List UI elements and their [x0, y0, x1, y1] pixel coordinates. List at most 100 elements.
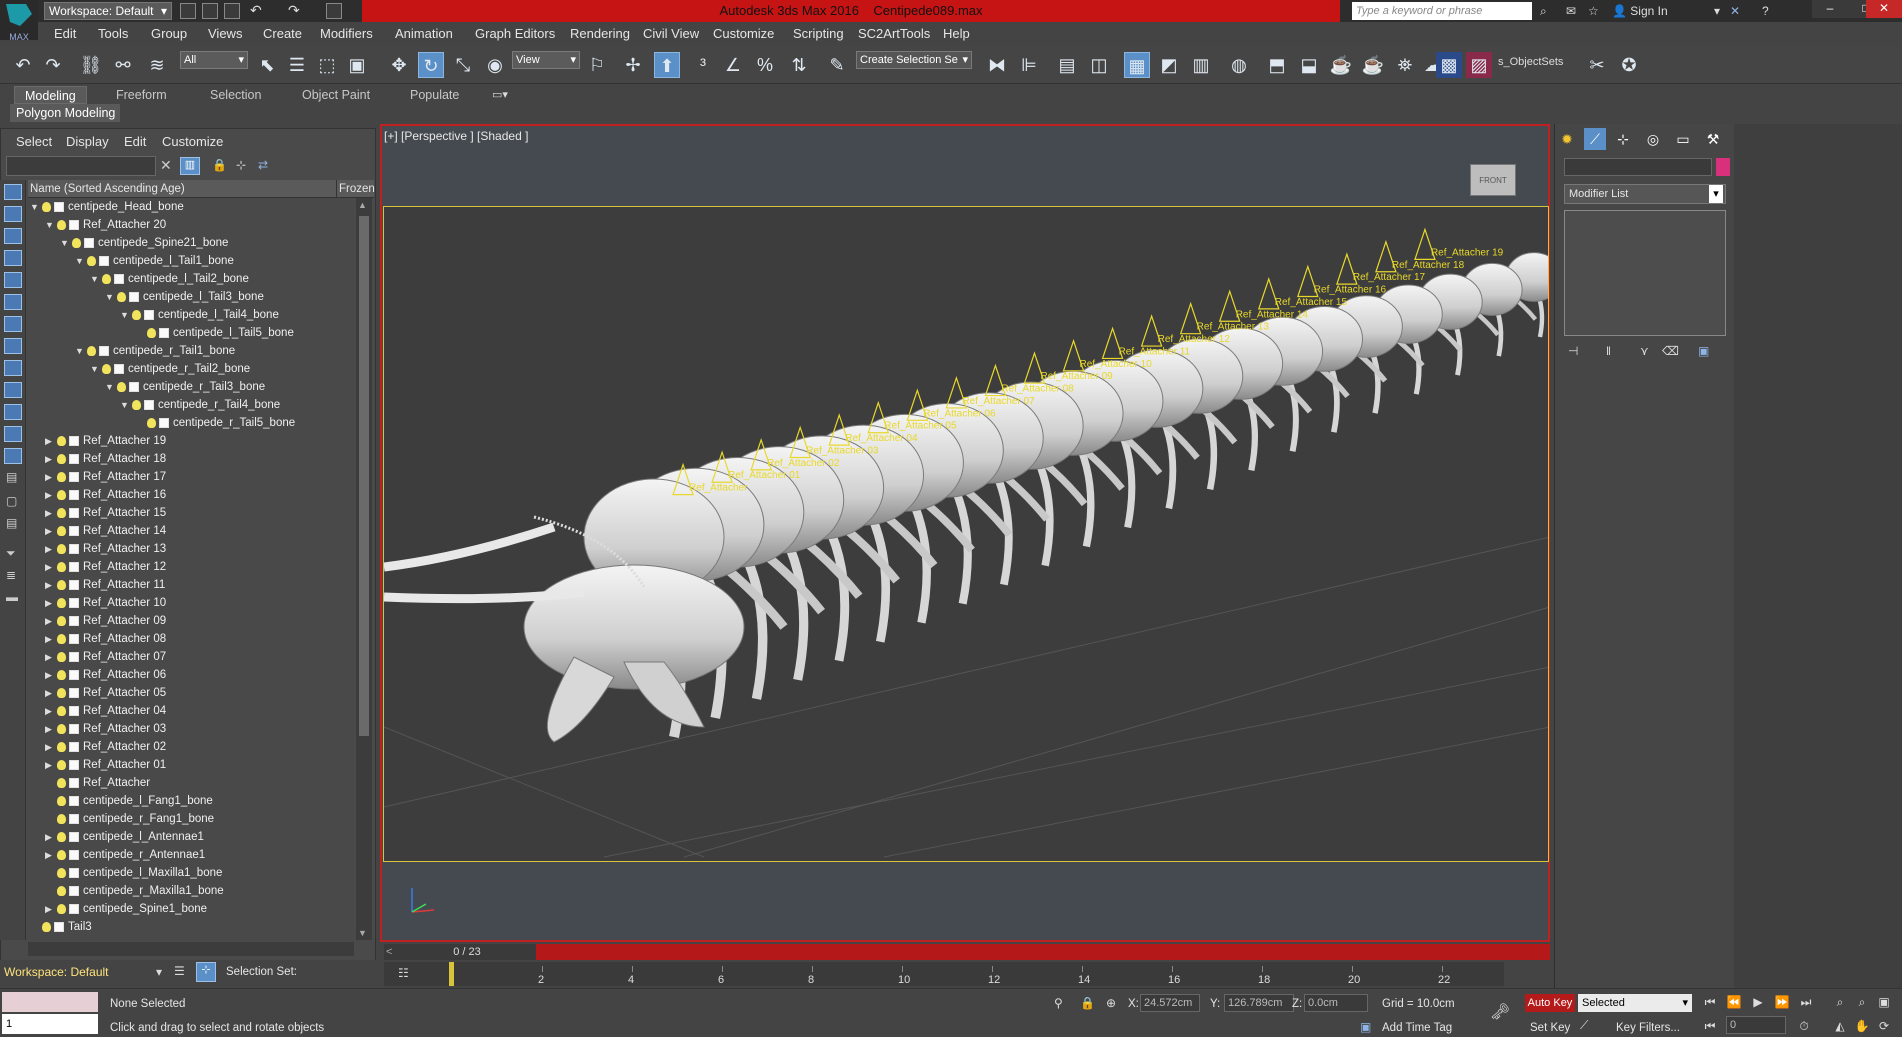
object-sets-icon[interactable]: ▩	[1436, 52, 1462, 78]
collapse-arrow-icon[interactable]: ▶	[45, 432, 55, 450]
selection-lock-icon[interactable]: 🔒	[1080, 996, 1095, 1010]
workspace-dropdown[interactable]: Workspace: Default ▾	[44, 2, 172, 20]
tree-row[interactable]: ▶ Ref_Attacher 09	[28, 612, 354, 630]
display-containers-icon[interactable]	[4, 382, 22, 398]
column-name-header[interactable]: Name (Sorted Ascending Age)	[30, 180, 185, 198]
time-tag-icon[interactable]: ▣	[1360, 1020, 1371, 1034]
tree-row[interactable]: ▼ Ref_Attacher 20	[28, 216, 354, 234]
display-spacewarps-icon[interactable]	[4, 294, 22, 310]
display-groups-icon[interactable]	[4, 316, 22, 332]
tree-row[interactable]: ▶ Ref_Attacher 19	[28, 432, 354, 450]
close-icon[interactable]: ✕	[1866, 0, 1902, 18]
link-icon[interactable]: ⛓	[78, 52, 104, 78]
lightbulb-icon[interactable]	[57, 706, 66, 716]
display-hidden-icon[interactable]	[4, 426, 22, 442]
tree-row[interactable]: centipede_l_Fang1_bone	[28, 792, 354, 810]
prev-key-icon[interactable]: ⏪	[1724, 992, 1744, 1012]
lightbulb-icon[interactable]	[57, 778, 66, 788]
chevron-down-icon[interactable]: ▾	[1714, 2, 1720, 20]
open-file-icon[interactable]	[202, 3, 218, 19]
lightbulb-icon[interactable]	[57, 472, 66, 482]
undo-icon[interactable]: ↶	[10, 52, 36, 78]
material-editor-icon[interactable]: ◍	[1226, 52, 1252, 78]
lightbulb-icon[interactable]	[147, 418, 156, 428]
menu-views[interactable]: Views	[208, 26, 242, 42]
binoculars-icon[interactable]: ⌕	[1540, 2, 1547, 20]
object-color-swatch[interactable]	[1716, 158, 1730, 176]
auto-key-button[interactable]: Auto Key	[1525, 994, 1575, 1012]
filter-funnel-icon[interactable]: ⏷	[6, 546, 16, 561]
menu-animation[interactable]: Animation	[395, 26, 453, 42]
select-object-icon[interactable]: ⬉	[254, 52, 280, 78]
tab-selection[interactable]: Selection	[200, 86, 271, 104]
move-icon[interactable]: ✥	[386, 52, 412, 78]
collapse-arrow-icon[interactable]: ▶	[45, 684, 55, 702]
unlink-icon[interactable]: ⚯	[110, 52, 136, 78]
lock-icon[interactable]: 🔒	[212, 158, 227, 172]
tree-row[interactable]: ▼ centipede_l_Tail3_bone	[28, 288, 354, 306]
play-icon[interactable]: ▶	[1748, 992, 1768, 1012]
menu-customize[interactable]: Customize	[713, 26, 774, 42]
tree-row[interactable]: ▶ Ref_Attacher 13	[28, 540, 354, 558]
redo-icon[interactable]: ↷	[40, 52, 66, 78]
max-logo-icon[interactable]: MAX	[0, 0, 38, 42]
tab-object-paint[interactable]: Object Paint	[292, 86, 380, 104]
motion-tab-icon[interactable]: ◎	[1642, 128, 1664, 150]
tree-row[interactable]: ▶ Ref_Attacher 02	[28, 738, 354, 756]
collapse-arrow-icon[interactable]: ▶	[45, 504, 55, 522]
explorer-h-scrollbar[interactable]	[28, 942, 354, 956]
add-time-tag-button[interactable]: Add Time Tag	[1382, 1022, 1452, 1034]
tree-row[interactable]: ▼ centipede_r_Tail2_bone	[28, 360, 354, 378]
tree-row[interactable]: ▶ Ref_Attacher 04	[28, 702, 354, 720]
filter-icon[interactable]: ▥	[180, 157, 200, 175]
rendered-frame-window-icon[interactable]: ⬓	[1296, 52, 1322, 78]
tree-row[interactable]: ▶ Ref_Attacher 05	[28, 684, 354, 702]
curve-editor-icon[interactable]: ◩	[1156, 52, 1182, 78]
expand-arrow-icon[interactable]: ▼	[120, 396, 130, 414]
tree-row[interactable]: ▼ centipede_l_Tail1_bone	[28, 252, 354, 270]
scroll-up-icon[interactable]: ▲	[358, 200, 367, 210]
next-key-icon[interactable]: ⏩	[1772, 992, 1792, 1012]
collapse-arrow-icon[interactable]: ▶	[45, 468, 55, 486]
collapse-arrow-icon[interactable]: ▶	[45, 738, 55, 756]
lightbulb-icon[interactable]	[57, 562, 66, 572]
set-key-icon[interactable]: 🗝	[1490, 1002, 1510, 1022]
tree-row[interactable]: ▼ centipede_r_Tail1_bone	[28, 342, 354, 360]
configure-modifier-sets-icon[interactable]: ▣	[1698, 344, 1709, 358]
current-frame-field[interactable]: 0	[1726, 1016, 1786, 1034]
lightbulb-icon[interactable]	[102, 364, 111, 374]
display-bones-icon[interactable]	[4, 360, 22, 376]
clear-search-icon[interactable]: ✕	[160, 157, 172, 174]
minimize-button[interactable]: –	[1812, 0, 1848, 18]
maxscript-listener-input[interactable]: 1	[2, 1014, 98, 1034]
tree-row[interactable]: ▶ Ref_Attacher 14	[28, 522, 354, 540]
invert-display-icon[interactable]: ▢	[6, 494, 17, 508]
layer-stack-icon[interactable]: ☰	[174, 964, 185, 978]
tree-row[interactable]: ▶ Ref_Attacher 10	[28, 594, 354, 612]
selection-set-dropdown[interactable]: Create Selection Se ▾	[856, 51, 972, 69]
set-key-button[interactable]: Set Key	[1530, 1022, 1570, 1034]
ribbon-toggle-icon[interactable]: ◫	[1086, 52, 1112, 78]
create-tab-icon[interactable]: ✹	[1556, 128, 1578, 150]
menu-edit[interactable]: Edit	[54, 26, 76, 42]
explorer-workspace-dropdown[interactable]: Workspace: Default ▾	[4, 962, 164, 982]
hierarchy-mode-icon[interactable]: ⊹	[196, 962, 216, 982]
plugin-tool-icon[interactable]: ✪	[1616, 52, 1642, 78]
tree-row[interactable]: ▶ Ref_Attacher 01	[28, 756, 354, 774]
tree-row[interactable]: ▼ centipede_l_Tail2_bone	[28, 270, 354, 288]
lightbulb-icon[interactable]	[57, 796, 66, 806]
tree-row[interactable]: ▶ Ref_Attacher 15	[28, 504, 354, 522]
orbit-icon[interactable]: ⟳	[1874, 1016, 1894, 1036]
lightbulb-icon[interactable]	[132, 310, 141, 320]
tree-row[interactable]: ▶ centipede_Spine1_bone	[28, 900, 354, 918]
pin-stack-icon[interactable]: ⊣	[1568, 344, 1578, 358]
tree-row[interactable]: ▼ centipede_r_Tail4_bone	[28, 396, 354, 414]
menu-create[interactable]: Create	[263, 26, 302, 42]
centipede-model[interactable]: Ref_AttacherRef_Attacher 01Ref_Attacher …	[384, 207, 1549, 862]
lightbulb-icon[interactable]	[57, 832, 66, 842]
display-geometry-icon[interactable]	[4, 184, 22, 200]
menu-sc2arttools[interactable]: SC2ArtTools	[858, 26, 930, 42]
undo-icon[interactable]: ↶	[250, 2, 262, 19]
object-name-input[interactable]	[1564, 158, 1712, 176]
time-slider-track[interactable]	[536, 944, 1550, 960]
